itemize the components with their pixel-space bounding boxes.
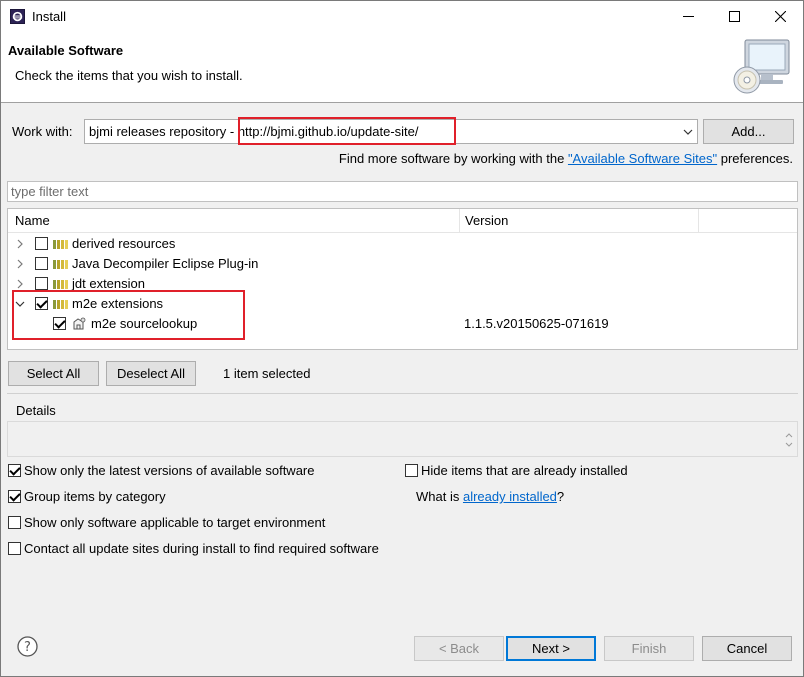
close-icon [774,11,786,22]
row-label: jdt extension [72,276,145,291]
latest-versions-option[interactable]: Show only the latest versions of availab… [8,463,315,478]
work-with-label: Work with: [12,124,73,139]
finish-button[interactable]: Finish [604,636,694,661]
chevron-down-icon[interactable] [14,297,26,311]
contact-all-sites-label: Contact all update sites during install … [24,541,379,556]
row-checkbox[interactable] [35,277,48,290]
software-tree[interactable]: Name Version derived resources Java Deco… [7,208,798,350]
find-more-suffix: preferences. [717,151,793,166]
row-label: m2e sourcelookup [91,316,198,331]
find-more-text: Find more software by working with the "… [339,151,793,166]
minimize-icon [682,16,694,17]
row-checkbox[interactable] [35,237,48,250]
filter-input[interactable] [7,181,798,202]
work-with-value: bjmi releases repository - http://bjmi.g… [89,124,419,139]
back-button[interactable]: < Back [414,636,504,661]
deselect-all-button[interactable]: Deselect All [106,361,196,386]
next-button[interactable]: Next > [506,636,596,661]
row-label: derived resources [72,236,176,251]
maximize-icon [728,11,740,22]
column-divider[interactable] [459,209,460,233]
scroll-arrows-icon[interactable] [784,430,794,450]
tree-row[interactable]: m2e sourcelookup 1.1.5.v20150625-071619 [8,314,797,334]
row-version: 1.1.5.v20150625-071619 [464,316,609,331]
row-label: m2e extensions [72,296,164,311]
tree-row[interactable]: m2e extensions [8,294,797,314]
row-label: Java Decompiler Eclipse Plug-in [72,256,259,271]
chevron-right-icon[interactable] [14,277,26,291]
title-bar: Install [1,1,803,32]
hide-installed-label: Hide items that are already installed [421,463,628,478]
header-banner: Available Software Check the items that … [1,32,803,103]
plugin-icon [73,317,86,330]
chevron-right-icon[interactable] [14,257,26,271]
category-icon [53,240,68,249]
window-title: Install [32,9,66,24]
row-checkbox[interactable] [35,257,48,270]
latest-versions-checkbox[interactable] [8,464,21,477]
select-all-button[interactable]: Select All [8,361,99,386]
cancel-button[interactable]: Cancel [702,636,792,661]
details-label: Details [16,403,56,418]
hide-installed-option[interactable]: Hide items that are already installed [405,463,628,478]
category-icon [53,260,68,269]
close-button[interactable] [757,1,803,32]
add-site-button[interactable]: Add... [703,119,794,144]
already-installed-link[interactable]: already installed [463,489,557,504]
page-title: Available Software [8,43,124,58]
latest-versions-label: Show only the latest versions of availab… [24,463,315,478]
column-divider[interactable] [698,209,699,233]
target-environment-option[interactable]: Show only software applicable to target … [8,515,325,530]
tree-row[interactable]: derived resources [8,234,797,254]
minimize-button[interactable] [665,1,711,32]
work-with-combo[interactable]: bjmi releases repository - http://bjmi.g… [84,119,698,144]
target-environment-checkbox[interactable] [8,516,21,529]
selection-count: 1 item selected [223,366,311,381]
chevron-down-icon[interactable] [679,120,697,143]
help-icon[interactable]: ? [17,636,38,657]
what-is-suffix: ? [556,489,565,504]
tree-row[interactable]: Java Decompiler Eclipse Plug-in [8,254,797,274]
column-header-version[interactable]: Version [465,213,508,228]
category-icon [53,280,68,289]
details-text-area[interactable] [7,421,798,457]
find-more-prefix: Find more software by working with the [338,151,568,166]
column-header-name[interactable]: Name [15,213,50,228]
eclipse-icon [10,9,25,24]
what-is-installed-text: What is already installed? [416,489,564,504]
group-by-category-checkbox[interactable] [8,490,21,503]
row-checkbox[interactable] [35,297,48,310]
available-software-sites-link[interactable]: "Available Software Sites" [568,151,717,166]
group-by-category-label: Group items by category [24,489,166,504]
hide-installed-checkbox[interactable] [405,464,418,477]
divider [7,393,798,394]
group-by-category-option[interactable]: Group items by category [8,489,166,504]
computer-cd-icon [733,39,790,94]
svg-text:?: ? [24,640,31,655]
maximize-button[interactable] [711,1,757,32]
target-environment-label: Show only software applicable to target … [24,515,326,530]
tree-header: Name Version [8,209,797,233]
chevron-right-icon[interactable] [14,237,26,251]
category-icon [53,300,68,309]
what-is-prefix: What is [416,489,463,504]
contact-all-sites-checkbox[interactable] [8,542,21,555]
install-dialog: Install Available Software Check the ite… [0,0,804,677]
page-description: Check the items that you wish to install… [15,68,243,83]
contact-all-sites-option[interactable]: Contact all update sites during install … [8,541,379,556]
row-checkbox[interactable] [53,317,66,330]
tree-row[interactable]: jdt extension [8,274,797,294]
